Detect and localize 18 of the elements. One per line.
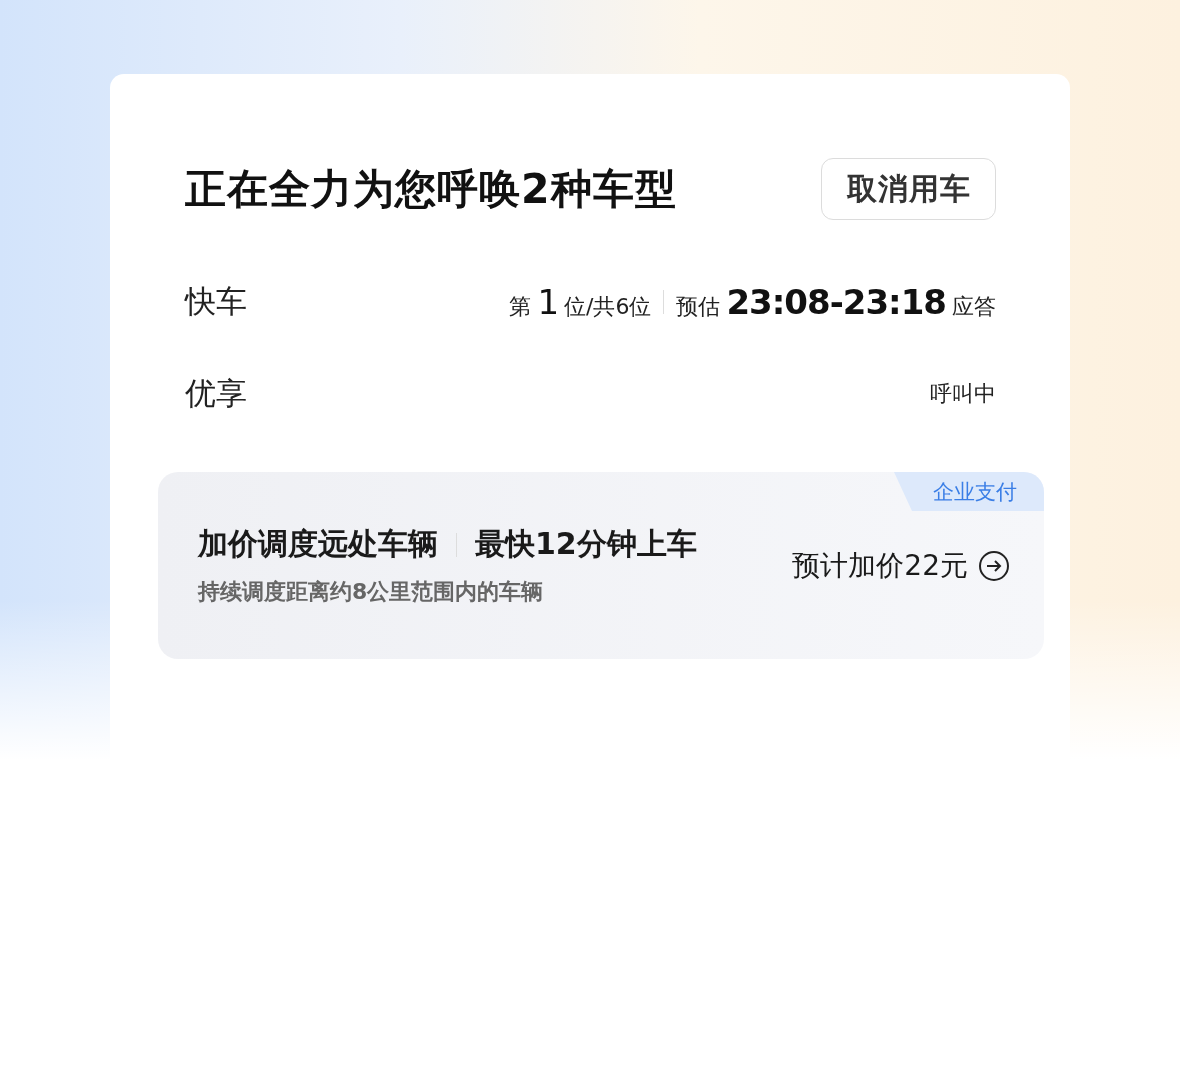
dispatch-offer-card[interactable]: 企业支付 加价调度远处车辆 最快12分钟上车 持续调度距离约8公里范围内的车辆 预计加价22元 (158, 472, 1044, 659)
payment-badge: 企业支付 (894, 472, 1044, 511)
rank-number: 1 (537, 282, 558, 322)
eta-label: 预估 (676, 293, 721, 321)
arrow-circle-icon (978, 549, 1010, 582)
price-link[interactable]: 预计加价22元 (792, 546, 1010, 585)
offer-description: 持续调度距离约8公里范围内的车辆 (198, 578, 545, 606)
car-type-name: 快车 (185, 282, 247, 321)
offer-highlight: 最快12分钟上车 (475, 525, 697, 563)
page-title: 正在全力为您呼唤2种车型 (185, 163, 677, 215)
offer-headline: 加价调度远处车辆 (198, 525, 438, 563)
eta-suffix: 应答 (952, 293, 996, 321)
cancel-button[interactable]: 取消用车 (821, 158, 996, 220)
rank-total: 位/共6位 (564, 293, 652, 321)
eta-time: 23:08-23:18 (726, 282, 946, 322)
car-type-name: 优享 (185, 374, 247, 413)
call-status: 呼叫中 (930, 380, 996, 408)
rank-label: 第 (509, 293, 532, 321)
